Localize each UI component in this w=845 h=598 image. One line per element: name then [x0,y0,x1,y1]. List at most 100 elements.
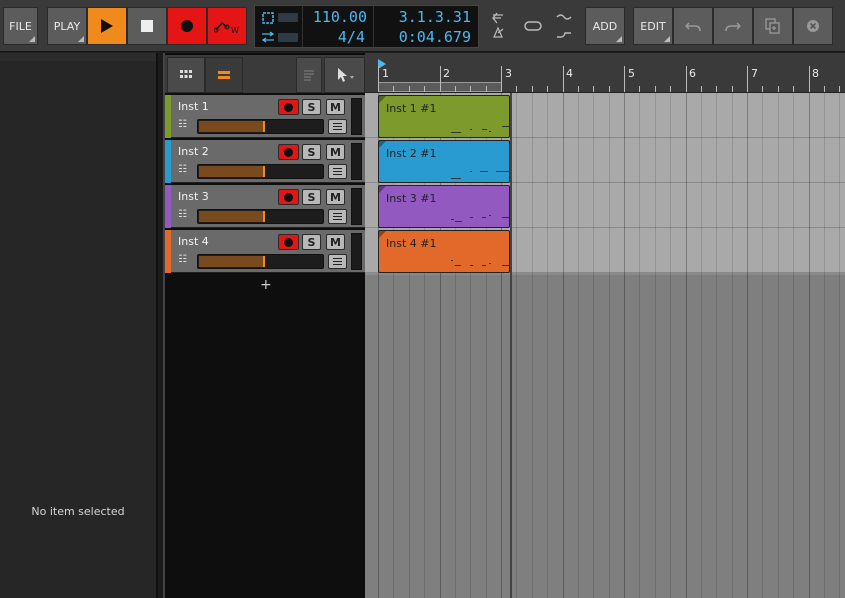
clip-launcher-view-button[interactable] [167,57,205,93]
clip-inst-4[interactable]: Inst 4 #1 [378,230,510,273]
mute-button[interactable]: M [326,99,345,115]
gridline [731,93,733,598]
track-color-stripe [165,185,171,228]
track-name[interactable]: Inst 2 [178,145,209,158]
time-signature-display[interactable]: 4/4 [307,28,365,46]
redo-button[interactable] [713,7,753,45]
ruler-tick [839,86,841,92]
empty-arranger-area[interactable] [365,275,845,598]
stop-button[interactable] [127,7,167,45]
volume-handle[interactable] [263,211,265,222]
ruler-tick [378,66,379,92]
solo-button[interactable]: S [302,234,321,250]
metronome-box-icon[interactable] [262,12,274,24]
ruler-number: 1 [382,67,389,80]
track-header-2[interactable]: Inst 2 S M ☷ [165,140,367,183]
stop-icon [141,20,153,32]
track-header-4[interactable]: Inst 4 S M ☷ [165,230,367,273]
menu-corner-icon [616,36,622,42]
solo-button[interactable]: S [302,189,321,205]
menu-corner-icon [29,36,35,42]
arranger-view-button[interactable] [205,57,243,93]
ruler-tick [654,86,656,92]
swap-arrows-icon[interactable] [261,31,275,43]
record-button[interactable] [167,7,207,45]
piano-icon: ☷ [178,209,187,220]
file-button[interactable]: FILE [3,7,38,45]
undo-button[interactable] [673,7,713,45]
clip-name: Inst 4 #1 [386,237,437,250]
ruler-tick [700,86,702,92]
follow-playhead-button[interactable] [481,7,514,45]
tempo-display[interactable]: 110.00 [307,8,367,26]
volume-fader[interactable] [197,119,324,134]
timeline-ruler[interactable]: 1 2 3 4 5 6 7 8 [365,53,845,93]
track-color-stripe [165,95,171,138]
loop-button[interactable] [515,7,550,45]
duplicate-button[interactable] [753,7,793,45]
track-name[interactable]: Inst 3 [178,190,209,203]
track-menu-button[interactable] [328,119,347,134]
track-header-1[interactable]: Inst 1 S M ☷ [165,95,367,138]
edit-button[interactable]: EDIT [633,7,673,45]
volume-fader[interactable] [197,254,324,269]
track-list-button[interactable] [296,57,322,93]
volume-fader[interactable] [197,164,324,179]
ruler-tick [562,66,564,92]
ruler-tick [501,66,502,92]
record-arm-button[interactable] [278,144,299,160]
ruler-tick [408,86,410,92]
mute-button[interactable]: M [326,189,345,205]
gridline [716,93,718,598]
add-button[interactable]: ADD [585,7,625,45]
volume-handle[interactable] [263,166,265,177]
track-name[interactable]: Inst 4 [178,235,209,248]
punch-button[interactable] [550,7,578,45]
delete-button[interactable] [793,7,833,45]
clip-inst-2[interactable]: Inst 2 #1 [378,140,510,183]
volume-fader[interactable] [197,209,324,224]
volume-handle[interactable] [263,256,265,267]
track-menu-button[interactable] [328,164,347,179]
mute-button[interactable]: M [326,234,345,250]
ruler-tick [424,86,426,92]
play-button[interactable] [87,7,127,45]
mute-button[interactable]: M [326,144,345,160]
arranger-timeline[interactable]: 1 2 3 4 5 6 7 8 Inst 1 #1 Inst 2 #1 Inst… [365,53,845,598]
track-header-3[interactable]: Inst 3 S M ☷ [165,185,367,228]
record-arm-button[interactable] [278,99,299,115]
volume-fill [199,121,264,132]
level-meter [351,233,362,270]
track-name[interactable]: Inst 1 [178,100,209,113]
solo-button[interactable]: S [302,144,321,160]
add-track-button[interactable]: + [260,277,272,293]
volume-handle[interactable] [263,121,265,132]
undo-icon [685,22,701,32]
svg-text:W: W [231,26,239,34]
ruler-tick [685,66,687,92]
piano-icon: ☷ [178,254,187,265]
midi-note [482,129,487,130]
ruler-tick [624,66,625,92]
clip-name: Inst 3 #1 [386,192,437,205]
volume-fill [199,256,264,267]
clip-inst-3[interactable]: Inst 3 #1 [378,185,510,228]
record-arm-button[interactable] [278,234,299,250]
track-menu-button[interactable] [328,209,347,224]
play-menu-button[interactable]: PLAY [47,7,87,45]
position-bars-display: 3.1.3.31 [398,8,471,26]
inspector-header [0,53,156,61]
clip-inst-1[interactable]: Inst 1 #1 [378,95,510,138]
pointer-tool-button[interactable] [324,57,365,93]
record-arm-button[interactable] [278,189,299,205]
ruler-tick [547,86,549,92]
delete-icon [807,20,819,32]
ruler-tick [670,86,672,92]
clip-corner-icon [379,141,386,148]
track-menu-button[interactable] [328,254,347,269]
midi-note [502,126,510,127]
ruler-number: 6 [689,67,696,80]
solo-button[interactable]: S [302,99,321,115]
list-icon [304,70,314,81]
automation-write-button[interactable]: W [207,7,247,45]
